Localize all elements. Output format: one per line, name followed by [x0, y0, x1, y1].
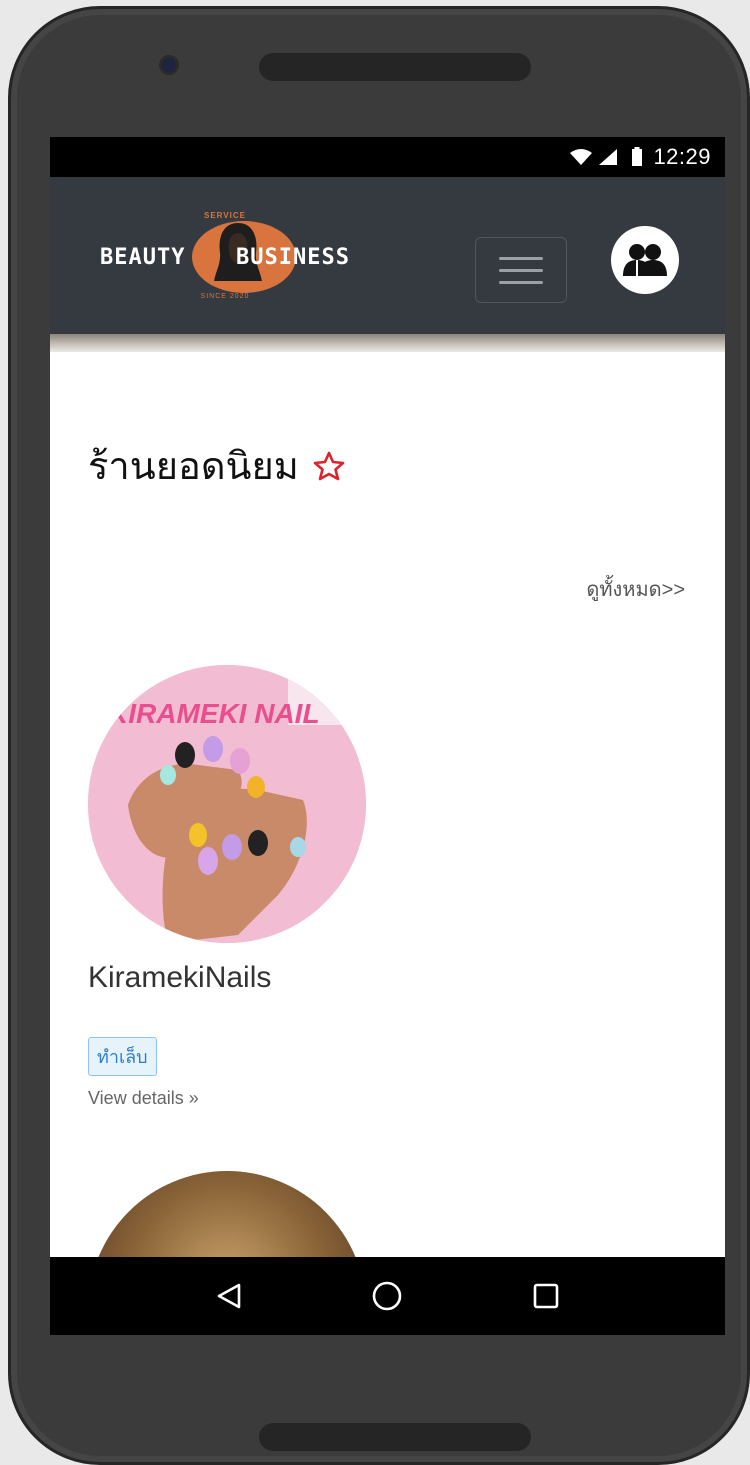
status-bar: 12:29	[50, 137, 725, 177]
section-title: ร้านยอดนิยม	[88, 435, 345, 496]
battery-icon	[632, 147, 643, 166]
logo-bottom-text: SINCE 2020	[200, 293, 250, 300]
logo-left-text: BEAUTY	[100, 245, 186, 270]
shop-image-text: KIRAMEKI NAIL	[108, 698, 320, 729]
category-badge: ทำเล็บ	[88, 1037, 157, 1076]
user-account-button[interactable]	[611, 226, 679, 294]
recents-button[interactable]	[526, 1276, 566, 1316]
signal-icon	[599, 149, 618, 165]
wifi-icon	[570, 149, 593, 165]
section-title-text: ร้านยอดนิยม	[88, 446, 299, 488]
android-navigation-bar	[50, 1257, 725, 1335]
status-time: 12:29	[653, 144, 711, 169]
bottom-speaker	[259, 1423, 531, 1451]
shop-name[interactable]: KiramekiNails	[88, 961, 388, 995]
shop-card: KIRAMEKI NAIL KiramekiNails ทำเล็บ View …	[88, 665, 388, 1109]
home-circle-icon	[373, 1281, 402, 1311]
menu-toggle-button[interactable]	[475, 237, 567, 303]
brand-logo[interactable]: SERVICE BEAUTY BUSINESS SINCE 2020	[100, 207, 350, 307]
hamburger-line	[499, 268, 543, 272]
back-triangle-icon	[217, 1283, 241, 1309]
shop-image[interactable]: KIRAMEKI NAIL	[88, 665, 366, 943]
nail-photo: KIRAMEKI NAIL	[88, 665, 366, 943]
top-navbar: SERVICE BEAUTY BUSINESS SINCE 2020	[50, 177, 725, 334]
hero-image-strip	[50, 334, 725, 352]
logo-right-text: BUSINESS	[236, 245, 350, 270]
view-all-link[interactable]: ดูทั้งหมด>>	[586, 573, 685, 605]
logo-top-text: SERVICE	[204, 211, 246, 220]
hamburger-icon	[499, 256, 543, 260]
star-outline-icon	[313, 451, 345, 480]
top-speaker	[259, 53, 531, 81]
users-icon	[623, 244, 667, 276]
hamburger-line	[499, 280, 543, 284]
front-camera	[159, 55, 179, 75]
view-details-link[interactable]: View details »	[88, 1088, 388, 1109]
back-button[interactable]	[209, 1276, 249, 1316]
recents-square-icon	[533, 1283, 559, 1309]
home-button[interactable]	[367, 1276, 407, 1316]
device-screen: 12:29 SERVICE BEAUTY BUSINESS SINCE 2020	[50, 137, 725, 1335]
